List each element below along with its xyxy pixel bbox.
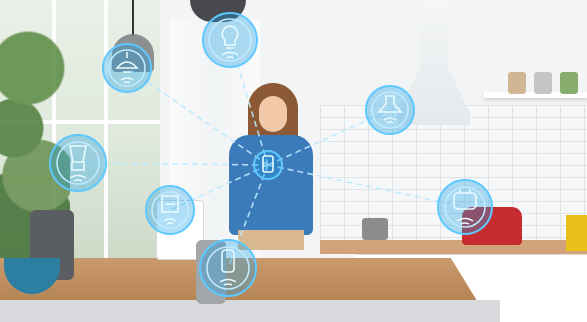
light-bulb-icon [202,12,258,68]
smart-speaker-icon [199,239,257,297]
blender-icon [49,134,107,192]
smartphone-icon [253,150,283,180]
range-hood-icon [365,85,415,135]
pendant-lamp-icon [102,43,152,93]
iot-network-overlay [49,12,493,297]
toaster-icon [437,179,493,235]
smart-home-kitchen-photo [0,0,587,322]
link-pendant-lamp [126,67,269,166]
link-toaster [267,164,466,208]
coffee-maker-icon [145,185,195,235]
